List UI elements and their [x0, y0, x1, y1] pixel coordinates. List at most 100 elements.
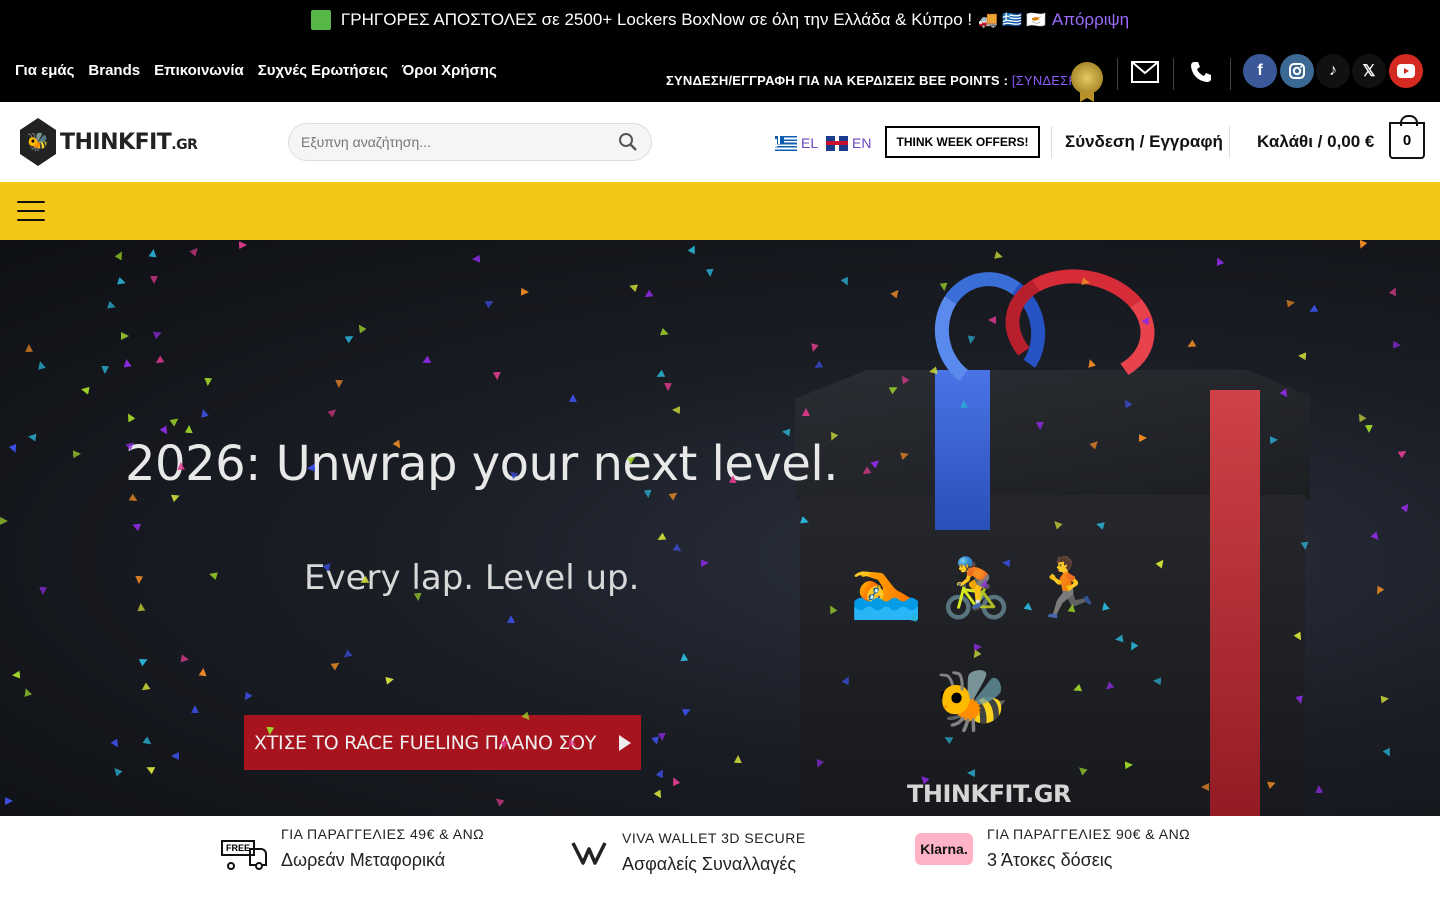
nav-terms[interactable]: Όροι Χρήσης: [402, 62, 497, 79]
confetti-piece: [135, 576, 143, 584]
dismiss-link[interactable]: Απόρριψη: [1052, 10, 1129, 30]
login-register-link[interactable]: Σύνδεση / Εγγραφή: [1065, 132, 1223, 152]
bee-points-text: ΣΥΝΔΕΣΗ/ΕΓΓΡΑΦΗ ΓΙΑ ΝΑ ΚΕΡΔΙΣΕΙΣ BEE POI…: [666, 73, 1009, 88]
search-icon[interactable]: [617, 131, 639, 153]
confetti-piece: [672, 543, 683, 554]
confetti-piece: [137, 603, 146, 612]
think-week-offers-button[interactable]: THINK WEEK OFFERS!: [885, 126, 1040, 158]
confetti-piece: [39, 587, 47, 595]
confetti-piece: [651, 736, 660, 745]
feature-title: Ασφαλείς Συναλλαγές: [622, 854, 797, 874]
announcement-text: ΓΡΗΓΟΡΕΣ ΑΠΟΣΤΟΛΕΣ σε 2500+ Lockers BoxN…: [340, 10, 973, 29]
confetti-piece: [142, 736, 153, 747]
confetti-piece: [472, 255, 481, 264]
confetti-piece: [1298, 352, 1307, 361]
confetti-piece: [131, 521, 141, 531]
feature-caption: VIVA WALLET 3D SECURE: [622, 830, 806, 846]
confetti-piece: [493, 372, 501, 380]
x-icon[interactable]: 𝕏: [1352, 54, 1386, 88]
run-icon: 🏃: [1030, 556, 1103, 621]
confetti-piece: [22, 687, 32, 697]
confetti-piece: [569, 394, 577, 402]
confetti-piece: [1374, 586, 1385, 597]
confetti-piece: [658, 733, 666, 741]
feature-caption: ΓΙΑ ΠΑΡΑΓΓΕΛΙΕΣ 49€ & ΑΝΩ: [281, 826, 485, 842]
cart-link[interactable]: Καλάθι / 0,00 €: [1257, 132, 1374, 152]
confetti-piece: [701, 559, 709, 567]
lang-en-label: EN: [852, 135, 872, 151]
nav-faq[interactable]: Συχνές Ερωτήσεις: [258, 62, 388, 79]
confetti-piece: [169, 415, 180, 426]
logo-text: THINKFIT: [60, 129, 172, 155]
confetti-piece: [80, 385, 89, 394]
confetti-piece: [121, 332, 129, 340]
nav-about[interactable]: Για εμάς: [15, 62, 74, 79]
confetti-piece: [150, 276, 158, 284]
confetti-piece: [199, 408, 209, 418]
menu-icon[interactable]: [17, 201, 45, 221]
facebook-icon[interactable]: f: [1243, 54, 1277, 88]
confetti-piece: [628, 282, 638, 292]
box-logo-text: THINKFIT.GR: [907, 780, 1071, 808]
announcement-emoji-icons: 🚚 🇬🇷 🇨🇾: [978, 10, 1046, 30]
free-shipping-truck-icon: FREE: [215, 828, 267, 870]
confetti-piece: [36, 360, 46, 370]
confetti-piece: [110, 738, 121, 749]
race-fueling-cta-button[interactable]: ΧΤΙΣΕ ΤΟ RACE FUELING ΠΛΑΝΟ ΣΟΥ: [244, 715, 641, 770]
triathlon-icons: 🏊 🚴 🏃: [850, 555, 1103, 623]
confetti-piece: [1214, 256, 1224, 266]
confetti-piece: [1186, 340, 1197, 351]
confetti-piece: [111, 765, 122, 776]
site-logo[interactable]: 🐝 THINKFIT.GR: [20, 118, 198, 166]
confetti-piece: [204, 378, 213, 387]
email-icon[interactable]: [1130, 57, 1160, 87]
confetti-piece: [5, 797, 13, 805]
feature-caption: ΓΙΑ ΠΑΡΑΓΓΕΛΙΕΣ 90€ & ΑΝΩ: [987, 826, 1191, 842]
play-arrow-icon: [619, 734, 631, 751]
lang-en[interactable]: EN: [826, 135, 871, 151]
confetti-piece: [385, 675, 394, 684]
youtube-icon[interactable]: [1389, 54, 1423, 88]
greek-flag-icon: 🇬🇷: [1002, 12, 1022, 29]
confetti-piece: [1315, 785, 1323, 793]
uk-flag-icon: [826, 135, 848, 151]
confetti-piece: [1286, 298, 1295, 307]
tiktok-icon[interactable]: ♪: [1316, 54, 1350, 88]
confetti-piece: [180, 654, 189, 663]
confetti-piece: [642, 289, 653, 300]
confetti-piece: [734, 755, 742, 763]
confetti-piece: [809, 343, 819, 353]
nav-brands[interactable]: Brands: [88, 62, 140, 79]
lang-el[interactable]: EL: [775, 135, 818, 151]
confetti-piece: [101, 366, 109, 374]
announcement-bar: ΓΡΗΓΟΡΕΣ ΑΠΟΣΤΟΛΕΣ σε 2500+ Lockers BoxN…: [0, 0, 1440, 40]
confetti-piece: [117, 277, 127, 287]
confetti-piece: [890, 287, 901, 298]
top-nav: Για εμάς Brands Επικοινωνία Συχνές Ερωτή…: [15, 62, 497, 79]
confetti-piece: [125, 412, 136, 423]
search-input[interactable]: [301, 134, 617, 150]
hero-title: 2026: Unwrap your next level.: [125, 436, 838, 492]
hero-banner[interactable]: 🏊 🚴 🏃 🐝 THINKFIT.GR 2026: Unwrap your ne…: [0, 240, 1440, 816]
confetti-piece: [1357, 240, 1367, 250]
divider: [1229, 126, 1230, 158]
confetti-piece: [335, 380, 343, 388]
confetti-piece: [185, 425, 193, 433]
confetti-piece: [521, 288, 530, 297]
phone-icon[interactable]: [1186, 57, 1216, 87]
confetti-piece: [12, 671, 21, 680]
cart-count-icon[interactable]: 0: [1389, 115, 1425, 159]
confetti-piece: [27, 432, 36, 441]
greek-flag-icon: [775, 135, 797, 151]
instagram-icon[interactable]: [1280, 54, 1314, 88]
confetti-piece: [994, 251, 1004, 261]
search-bar: [288, 123, 652, 161]
confetti-piece: [688, 244, 699, 255]
confetti-piece: [1356, 412, 1367, 423]
logo-suffix: .GR: [171, 136, 198, 153]
confetti-piece: [25, 344, 33, 352]
confetti-piece: [159, 425, 170, 436]
confetti-piece: [191, 705, 199, 713]
hero-subtitle: Every lap. Level up.: [304, 558, 640, 598]
nav-contact[interactable]: Επικοινωνία: [154, 62, 244, 79]
